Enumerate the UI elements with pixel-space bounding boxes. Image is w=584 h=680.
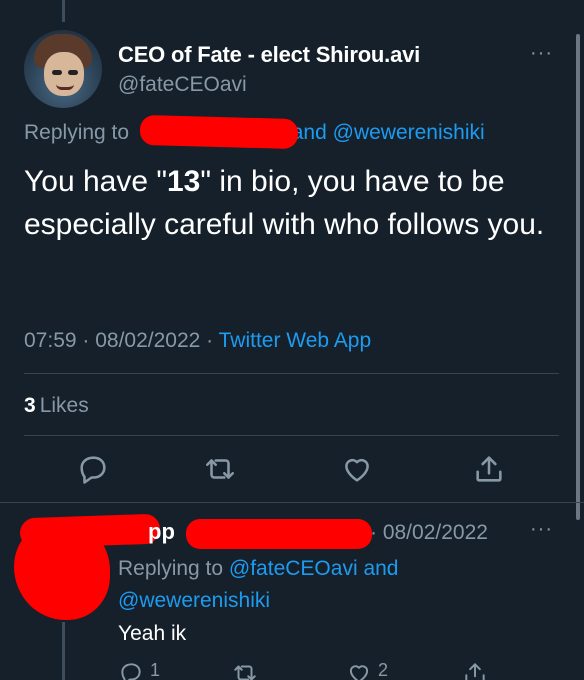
like-count: 2: [378, 660, 389, 680]
share-icon: [465, 663, 485, 680]
replying-and: and: [363, 557, 399, 580]
replying-mentions[interactable]: and @wewerenishiki: [292, 121, 485, 144]
reply-icon[interactable]: [76, 452, 110, 486]
tweet-text-part: You have ": [24, 165, 167, 198]
tweet-text-bold: 13: [167, 165, 201, 198]
timestamp[interactable]: 07:59 · 08/02/2022 ·: [24, 329, 219, 352]
redaction-scribble: [19, 513, 161, 549]
display-name[interactable]: CEO of Fate - elect Shirou.avi: [118, 42, 420, 68]
avatar-eye: [68, 70, 78, 75]
avatar-eye: [52, 70, 62, 75]
reply-icon: [121, 663, 141, 680]
retweet-icon: [234, 665, 256, 680]
reply-share-action[interactable]: [462, 660, 488, 680]
retweet-icon[interactable]: [203, 452, 237, 486]
mention-link[interactable]: @fateCEOavi: [229, 557, 358, 580]
reply-reply-action[interactable]: 1: [118, 660, 160, 680]
thread-line: [62, 0, 65, 22]
divider: [24, 373, 559, 374]
likes-number: 3: [24, 394, 36, 417]
reply-like-action[interactable]: 2: [346, 660, 388, 680]
scrollbar[interactable]: [576, 34, 580, 520]
divider: [0, 502, 584, 503]
redaction-scribble: [139, 114, 299, 150]
reply-timestamp[interactable]: · 08/02/2022: [370, 521, 488, 545]
tweet-metadata: 07:59 · 08/02/2022 · Twitter Web App: [24, 329, 371, 353]
avatar[interactable]: [24, 30, 102, 108]
replying-prefix: Replying to: [118, 557, 224, 580]
reply-text: Yeah ik: [118, 622, 187, 645]
thread-line: [62, 622, 65, 680]
share-icon[interactable]: [472, 452, 506, 486]
reply-display-name[interactable]: pp: [148, 519, 175, 545]
user-handle[interactable]: @fateCEOavi: [118, 73, 247, 97]
mention-link[interactable]: @wewerenishiki: [118, 589, 270, 612]
tweet-text: You have "13" in bio, you have to be esp…: [24, 160, 564, 246]
reply-count: 1: [150, 660, 161, 680]
more-icon[interactable]: ···: [530, 518, 553, 541]
like-icon: [349, 665, 369, 680]
tweet-source[interactable]: Twitter Web App: [219, 329, 372, 352]
like-icon[interactable]: [340, 452, 374, 486]
replying-prefix: Replying to: [24, 121, 130, 144]
more-icon[interactable]: ···: [530, 42, 553, 65]
divider: [24, 435, 559, 436]
reply-retweet-action[interactable]: [232, 660, 258, 680]
redaction-scribble: [186, 519, 372, 549]
likes-count[interactable]: 3 Likes: [24, 394, 89, 418]
reply-replying-to: Replying to @fateCEOavi and @wewerenishi…: [118, 553, 538, 617]
likes-label: Likes: [39, 394, 89, 417]
